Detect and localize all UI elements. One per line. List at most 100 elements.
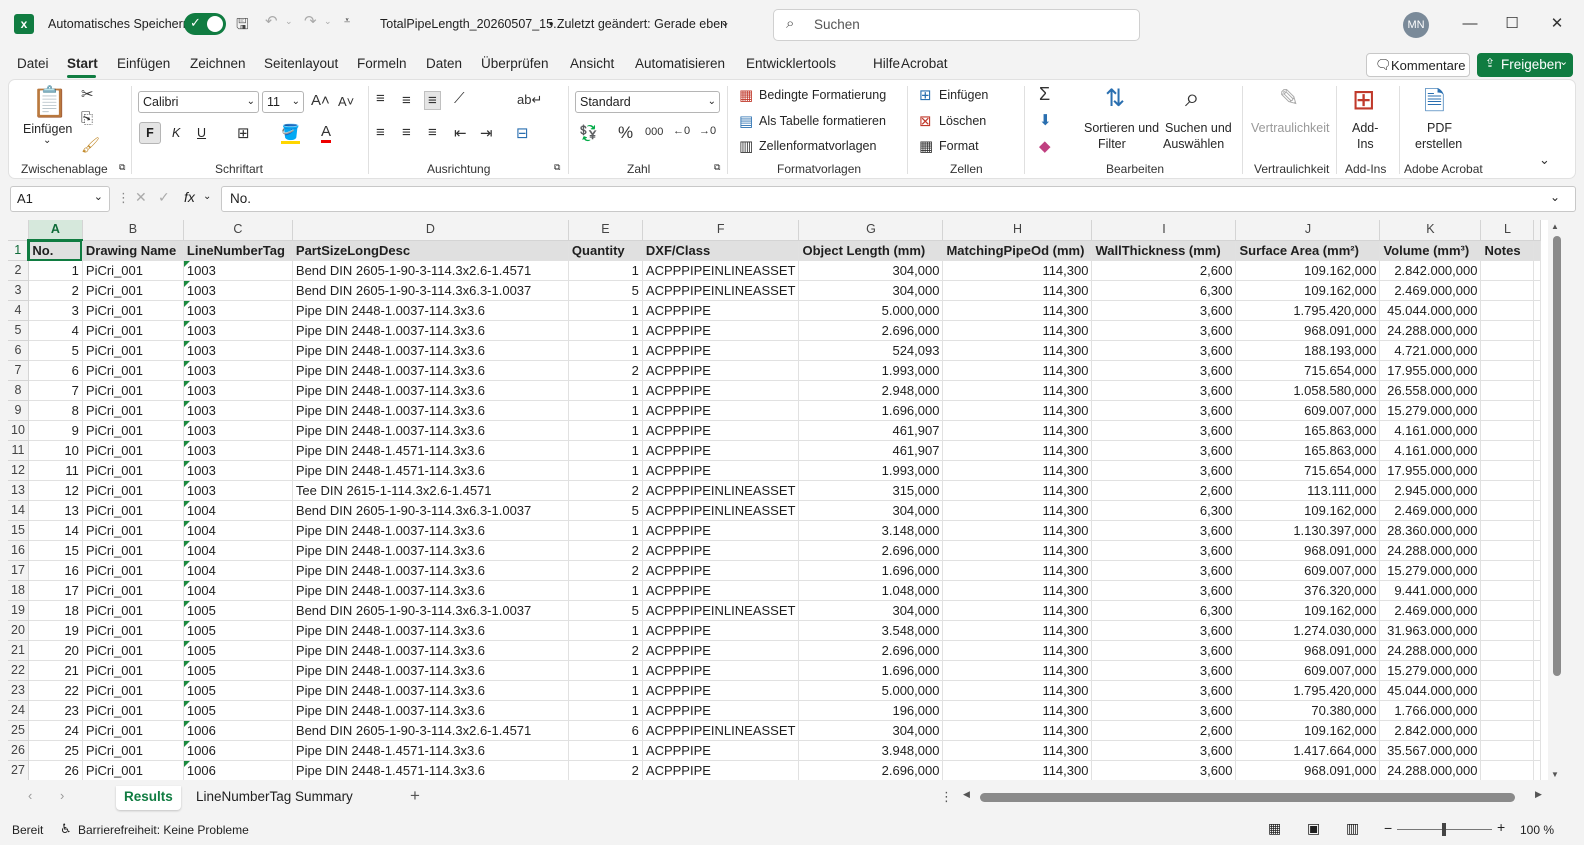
font-color-icon[interactable]: A xyxy=(321,123,332,143)
pdf-label-2[interactable]: erstellen xyxy=(1415,137,1462,151)
cell[interactable] xyxy=(1480,300,1535,321)
cell[interactable]: Pipe DIN 2448-1.0037-114.3x3.6 xyxy=(292,520,569,541)
cell[interactable]: 45.044.000,000 xyxy=(1379,680,1482,701)
row-header[interactable]: 3 xyxy=(8,280,29,301)
cell[interactable]: 5.000,000 xyxy=(798,680,944,701)
pdf-label-1[interactable]: PDF xyxy=(1427,121,1452,135)
cell[interactable]: 1 xyxy=(568,300,643,321)
cell[interactable]: ACPPPIPEINLINEASSET xyxy=(642,500,800,521)
cell[interactable]: PiCri_001 xyxy=(82,280,184,301)
cell[interactable] xyxy=(1480,400,1535,421)
cell[interactable]: 114,300 xyxy=(942,420,1093,441)
cell[interactable]: Pipe DIN 2448-1.0037-114.3x3.6 xyxy=(292,400,569,421)
find-select-label-1[interactable]: Suchen und xyxy=(1165,121,1232,135)
cell[interactable]: 114,300 xyxy=(942,260,1093,281)
column-header[interactable]: B xyxy=(82,220,184,241)
cell[interactable] xyxy=(1480,320,1535,341)
cell[interactable]: 196,000 xyxy=(798,700,944,721)
page-break-icon[interactable]: ▥ xyxy=(1346,820,1359,837)
cell[interactable]: PiCri_001 xyxy=(82,440,184,461)
cell[interactable]: 3,600 xyxy=(1091,460,1237,481)
tab-entwicklertools[interactable]: Entwicklertools xyxy=(746,56,836,71)
cell[interactable]: 3,600 xyxy=(1091,440,1237,461)
cell[interactable] xyxy=(1480,700,1535,721)
cell[interactable]: 24.288.000,000 xyxy=(1379,760,1482,780)
add-sheet-icon[interactable]: + xyxy=(410,786,420,806)
chevron-down-icon[interactable]: ⌄ xyxy=(94,190,103,203)
column-header[interactable]: E xyxy=(568,220,643,241)
cell[interactable]: Quantity xyxy=(568,240,643,261)
cell[interactable]: Pipe DIN 2448-1.0037-114.3x3.6 xyxy=(292,640,569,661)
orientation-icon[interactable]: ⟋ xyxy=(454,90,465,107)
cell[interactable]: Pipe DIN 2448-1.0037-114.3x3.6 xyxy=(292,340,569,361)
cell[interactable]: ACPPPIPE xyxy=(642,400,800,421)
cell[interactable]: 1004 xyxy=(183,560,293,581)
minimize-icon[interactable]: — xyxy=(1455,10,1485,38)
delete-cells-icon[interactable]: ⊠ xyxy=(919,112,932,130)
cell[interactable]: 715.654,000 xyxy=(1235,360,1381,381)
cell[interactable]: Bend DIN 2605-1-90-3-114.3x2.6-1.4571 xyxy=(292,720,569,741)
cell[interactable]: 109.162,000 xyxy=(1235,500,1381,521)
format-as-table-button[interactable]: Als Tabelle formatieren xyxy=(759,114,886,128)
zoom-level[interactable]: 100 % xyxy=(1520,823,1554,837)
more-icon[interactable]: ⋮ xyxy=(940,789,953,805)
cell[interactable]: 20 xyxy=(28,640,83,661)
cell[interactable] xyxy=(1480,600,1535,621)
cell[interactable]: 114,300 xyxy=(942,740,1093,761)
cell[interactable]: 4.721.000,000 xyxy=(1379,340,1482,361)
cell[interactable]: PiCri_001 xyxy=(82,520,184,541)
cell[interactable]: 376.320,000 xyxy=(1235,580,1381,601)
dialog-launcher-icon[interactable]: ⧉ xyxy=(119,162,125,173)
cell[interactable] xyxy=(1480,360,1535,381)
cell[interactable]: 1006 xyxy=(183,740,293,761)
cell[interactable]: ACPPPIPE xyxy=(642,760,800,780)
cell[interactable]: 15.279.000,000 xyxy=(1379,400,1482,421)
cell[interactable]: PiCri_001 xyxy=(82,580,184,601)
delete-cells-button[interactable]: Löschen xyxy=(939,114,986,128)
cell[interactable]: 1 xyxy=(568,380,643,401)
format-cells-icon[interactable]: ▦ xyxy=(919,137,933,155)
cell[interactable]: 15.279.000,000 xyxy=(1379,560,1482,581)
sheet-tab-linenumbertag-summary[interactable]: LineNumberTag Summary xyxy=(188,786,361,810)
addins-label-2[interactable]: Ins xyxy=(1357,137,1374,151)
function-icon[interactable]: fx xyxy=(184,189,195,205)
row-header[interactable]: 16 xyxy=(8,540,29,561)
cell[interactable]: Bend DIN 2605-1-90-3-114.3x2.6-1.4571 xyxy=(292,260,569,281)
row-header[interactable]: 13 xyxy=(8,480,29,501)
cell[interactable]: Pipe DIN 2448-1.0037-114.3x3.6 xyxy=(292,380,569,401)
cell[interactable]: PiCri_001 xyxy=(82,600,184,621)
cell[interactable]: 114,300 xyxy=(942,720,1093,741)
percent-icon[interactable]: % xyxy=(618,123,633,143)
cell[interactable]: ACPPPIPE xyxy=(642,700,800,721)
cell[interactable]: 1006 xyxy=(183,720,293,741)
cell[interactable]: 461,907 xyxy=(798,420,944,441)
cell[interactable]: 1 xyxy=(568,320,643,341)
chevron-down-icon[interactable]: ⌄ xyxy=(1559,55,1568,68)
cell[interactable]: 26.558.000,000 xyxy=(1379,380,1482,401)
cell[interactable]: 1006 xyxy=(183,760,293,780)
align-bottom-icon[interactable]: ≡ xyxy=(424,91,441,110)
cell[interactable]: 2.842.000,000 xyxy=(1379,720,1482,741)
cell[interactable]: 3,600 xyxy=(1091,740,1237,761)
cell[interactable]: 1 xyxy=(568,420,643,441)
cell[interactable]: 461,907 xyxy=(798,440,944,461)
cell[interactable]: Pipe DIN 2448-1.0037-114.3x3.6 xyxy=(292,700,569,721)
font-name-select[interactable]: Calibri ⌄ xyxy=(138,91,259,113)
cell[interactable]: 2.696,000 xyxy=(798,760,944,780)
cell[interactable]: PiCri_001 xyxy=(82,700,184,721)
cell[interactable]: 17.955.000,000 xyxy=(1379,360,1482,381)
cell[interactable]: 114,300 xyxy=(942,380,1093,401)
cell[interactable]: PiCri_001 xyxy=(82,560,184,581)
cell[interactable]: 17.955.000,000 xyxy=(1379,460,1482,481)
spreadsheet-grid[interactable]: ABCDEFGHIJKL 1 No. Drawing Name LineNumberT… xyxy=(8,220,1548,780)
name-box[interactable]: A1 ⌄ xyxy=(10,186,110,212)
align-center-icon[interactable]: ≡ xyxy=(402,124,411,141)
cell[interactable]: Pipe DIN 2448-1.0037-114.3x3.6 xyxy=(292,560,569,581)
accessibility-icon[interactable]: ♿ xyxy=(60,821,72,837)
cell[interactable]: ACPPPIPE xyxy=(642,300,800,321)
column-header[interactable]: K xyxy=(1379,220,1482,241)
row-header[interactable]: 2 xyxy=(8,260,29,281)
comments-button[interactable]: 🗨 Kommentare xyxy=(1366,53,1470,77)
cell[interactable]: Pipe DIN 2448-1.4571-114.3x3.6 xyxy=(292,760,569,780)
cell[interactable] xyxy=(1480,540,1535,561)
